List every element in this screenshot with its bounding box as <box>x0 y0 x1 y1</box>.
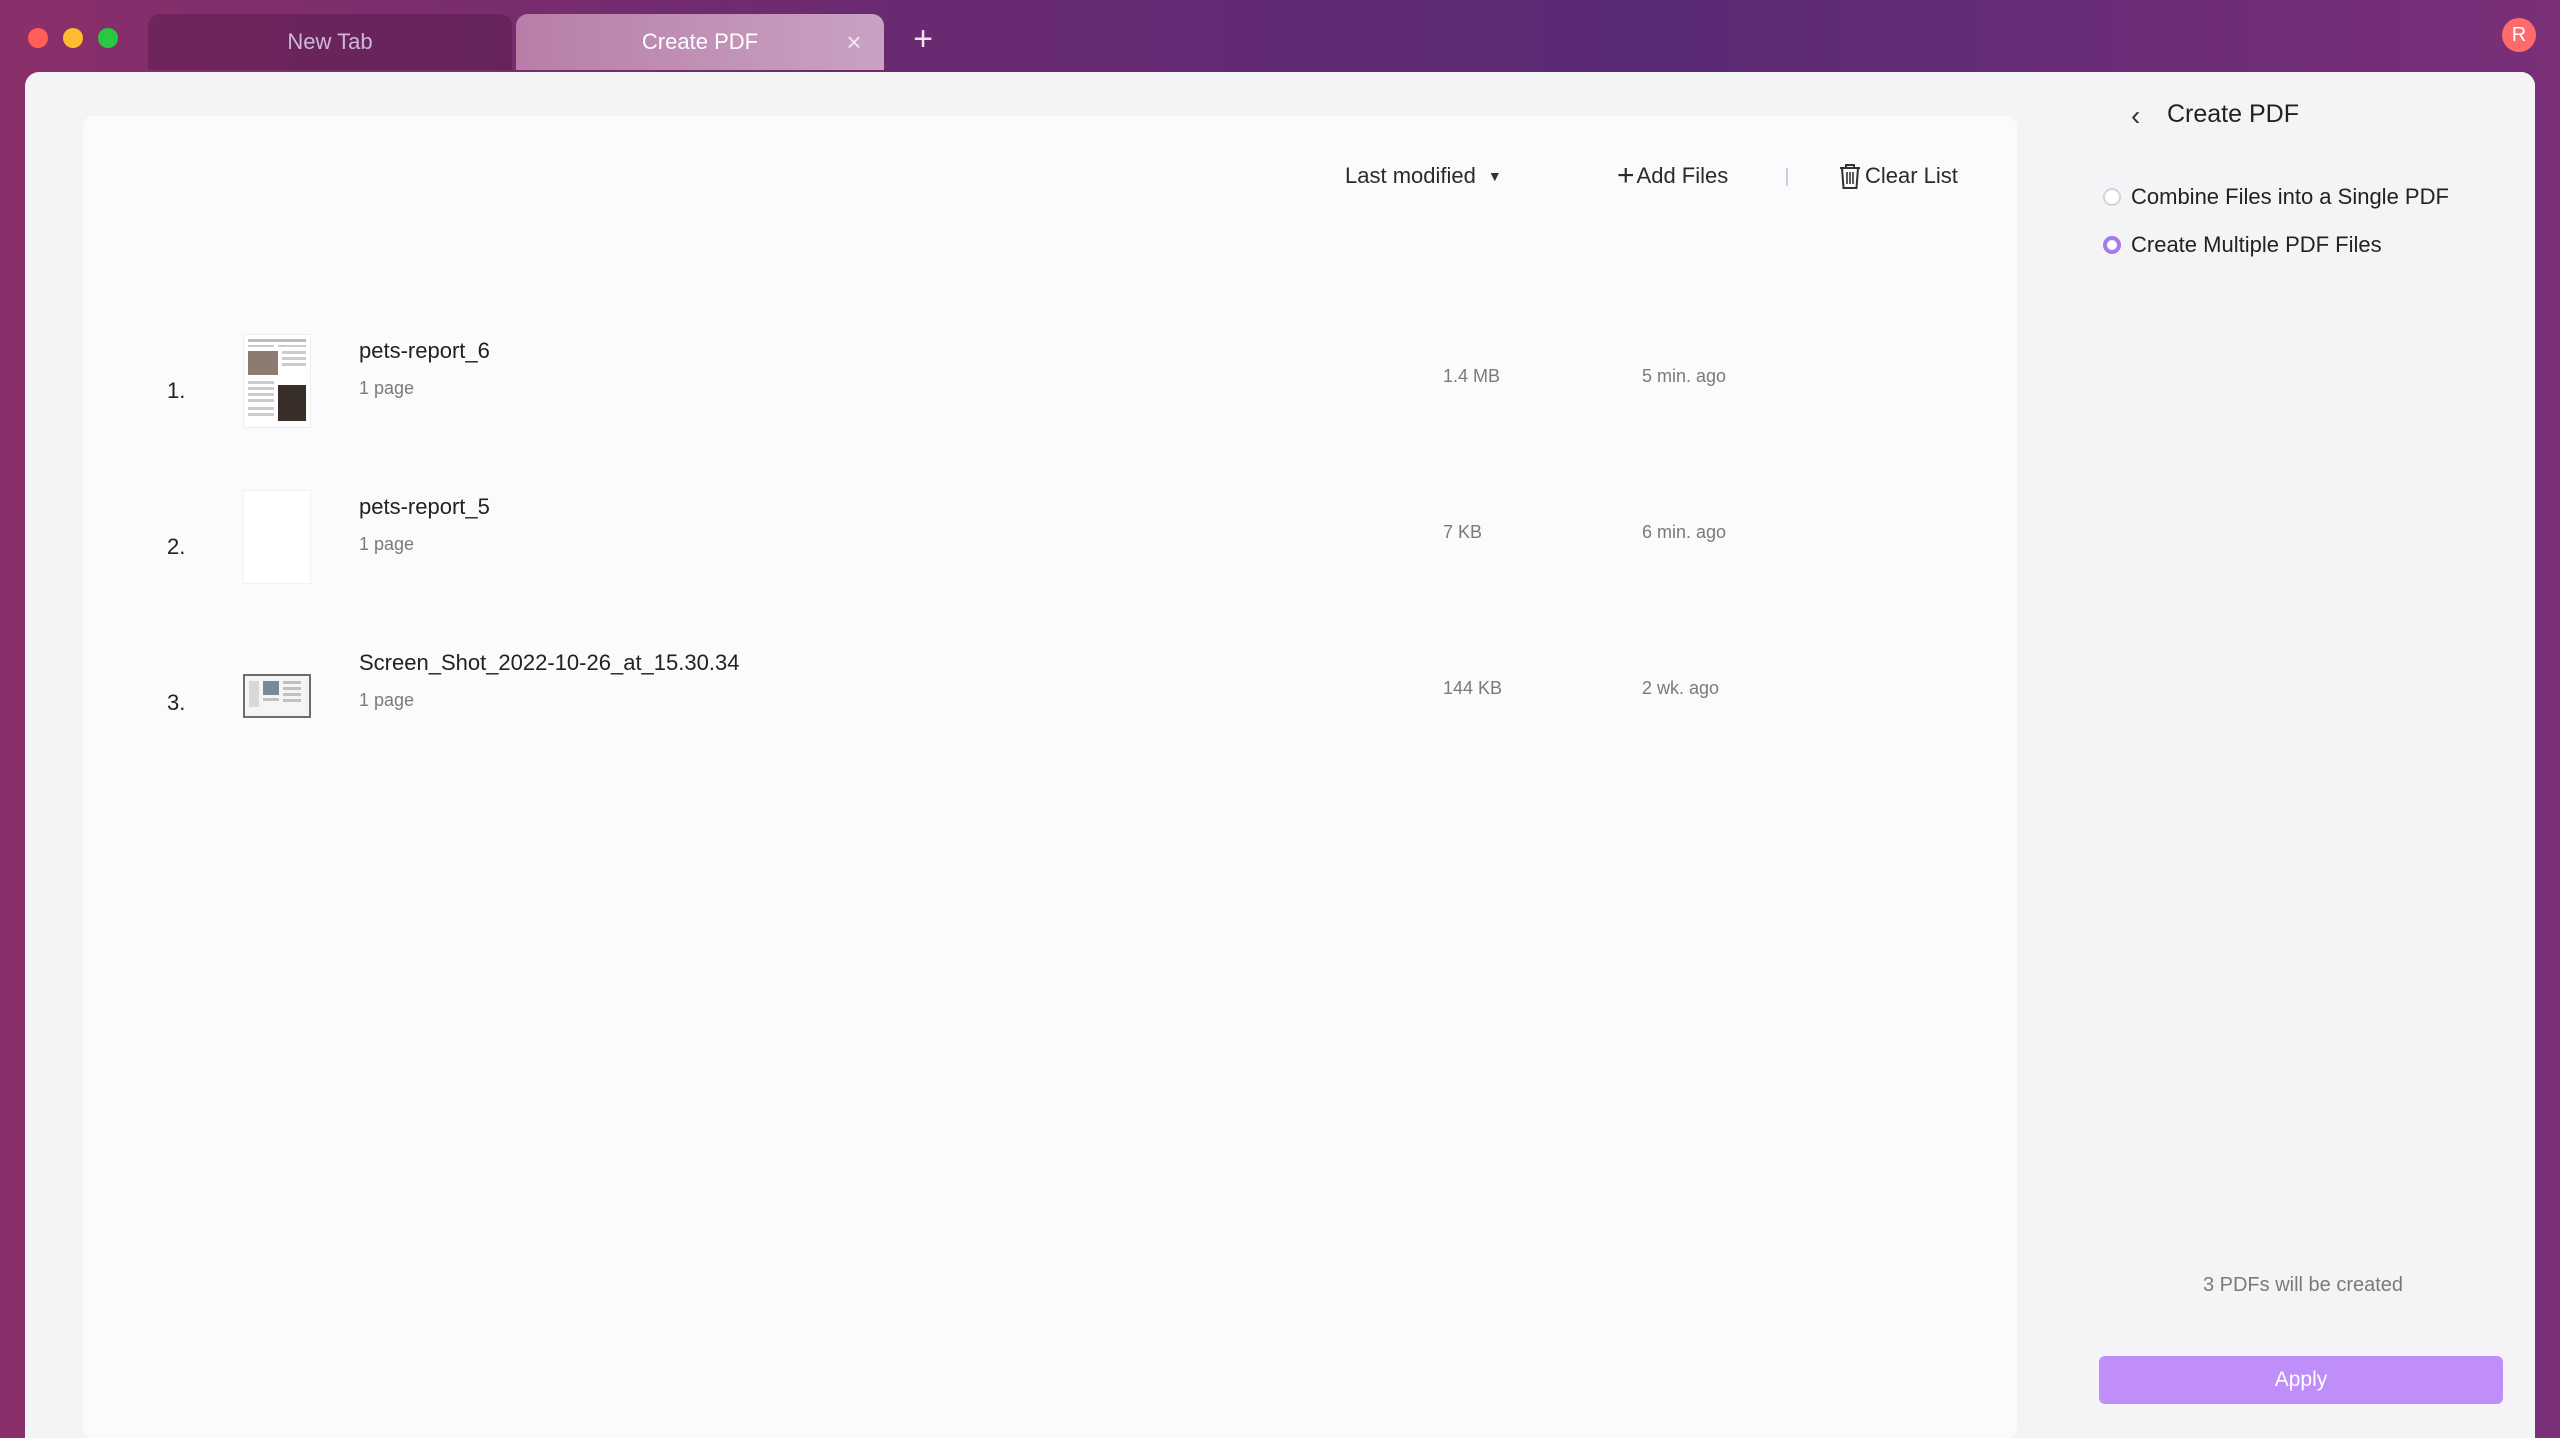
apply-button[interactable]: Apply <box>2099 1356 2503 1404</box>
list-toolbar: Last modified ▼ + Add Files Clear List <box>83 156 2017 196</box>
file-pages: 1 page <box>359 690 415 710</box>
file-modified: 2 wk. ago <box>1642 678 1720 698</box>
title-bar: New Tab Create PDF × + R <box>0 0 2560 72</box>
zoom-window-button[interactable] <box>98 28 118 48</box>
close-tab-icon[interactable]: × <box>840 28 868 56</box>
new-tab-plus-icon[interactable]: + <box>906 22 940 56</box>
option-label: Create Multiple PDF Files <box>2131 232 2382 257</box>
clear-list-label: Clear List <box>1865 163 1958 188</box>
file-thumbnail <box>243 674 311 718</box>
close-window-button[interactable] <box>28 28 48 48</box>
file-size: 7 KB <box>1443 522 1483 542</box>
back-chevron-icon[interactable]: ‹ <box>2131 100 2140 132</box>
radio-create-multiple[interactable] <box>2103 236 2121 254</box>
file-size: 144 KB <box>1443 678 1503 698</box>
plus-icon: + <box>1617 159 1635 192</box>
option-combine-files[interactable]: Combine Files into a Single PDF <box>2103 182 2449 212</box>
file-index: 1. <box>167 378 186 403</box>
avatar[interactable]: R <box>2502 18 2536 52</box>
minimize-window-button[interactable] <box>63 28 83 48</box>
file-row[interactable]: 3. Screen_Shot_2022-10-26_at_15.30.34 1 … <box>83 646 2017 796</box>
clear-list-button[interactable]: Clear List <box>1837 156 1958 196</box>
file-name: Screen_Shot_2022-10-26_at_15.30.34 <box>359 650 740 675</box>
pdf-count-note: 3 PDFs will be created <box>2202 1274 2404 1296</box>
caret-down-icon: ▼ <box>1487 168 1502 184</box>
option-create-multiple[interactable]: Create Multiple PDF Files <box>2103 230 2382 260</box>
file-pages: 1 page <box>359 378 415 398</box>
radio-combine-files[interactable] <box>2103 188 2121 206</box>
file-pages: 1 page <box>359 534 415 554</box>
option-label: Combine Files into a Single PDF <box>2131 184 2449 209</box>
file-size: 1.4 MB <box>1443 366 1501 386</box>
file-name: pets-report_5 <box>359 494 490 519</box>
sort-label: Last modified <box>1345 163 1476 188</box>
file-modified: 5 min. ago <box>1642 366 1727 386</box>
file-thumbnail <box>243 334 311 428</box>
file-index: 3. <box>167 690 186 715</box>
file-list-area: Last modified ▼ + Add Files Clear List 1… <box>83 116 2017 1438</box>
trash-icon <box>1840 164 1860 189</box>
add-files-label: Add Files <box>1636 163 1729 188</box>
panel-title: Create PDF <box>2167 100 2299 128</box>
app-window: Last modified ▼ + Add Files Clear List 1… <box>25 72 2535 1438</box>
tab-label: Create PDF <box>641 29 759 54</box>
tab-label: New Tab <box>287 29 373 54</box>
file-name: pets-report_6 <box>359 338 490 363</box>
file-row[interactable]: 2. pets-report_5 1 page 7 KB 6 min. ago <box>83 490 2017 640</box>
add-files-button[interactable]: + Add Files <box>1617 156 1728 196</box>
file-row[interactable]: 1. pets-report_6 1 page 1.4 MB 5 min. ag… <box>83 334 2017 484</box>
toolbar-divider <box>1786 168 1788 186</box>
sort-dropdown[interactable]: Last modified ▼ <box>1345 156 1502 196</box>
tab-new-tab[interactable]: New Tab <box>148 14 512 70</box>
file-thumbnail <box>243 490 311 584</box>
create-pdf-panel: ‹ Create PDF Combine Files into a Single… <box>2071 72 2535 1438</box>
file-modified: 6 min. ago <box>1642 522 1727 542</box>
file-index: 2. <box>167 534 186 559</box>
avatar-initial: R <box>2511 24 2527 46</box>
tab-create-pdf[interactable]: Create PDF × <box>516 14 884 70</box>
